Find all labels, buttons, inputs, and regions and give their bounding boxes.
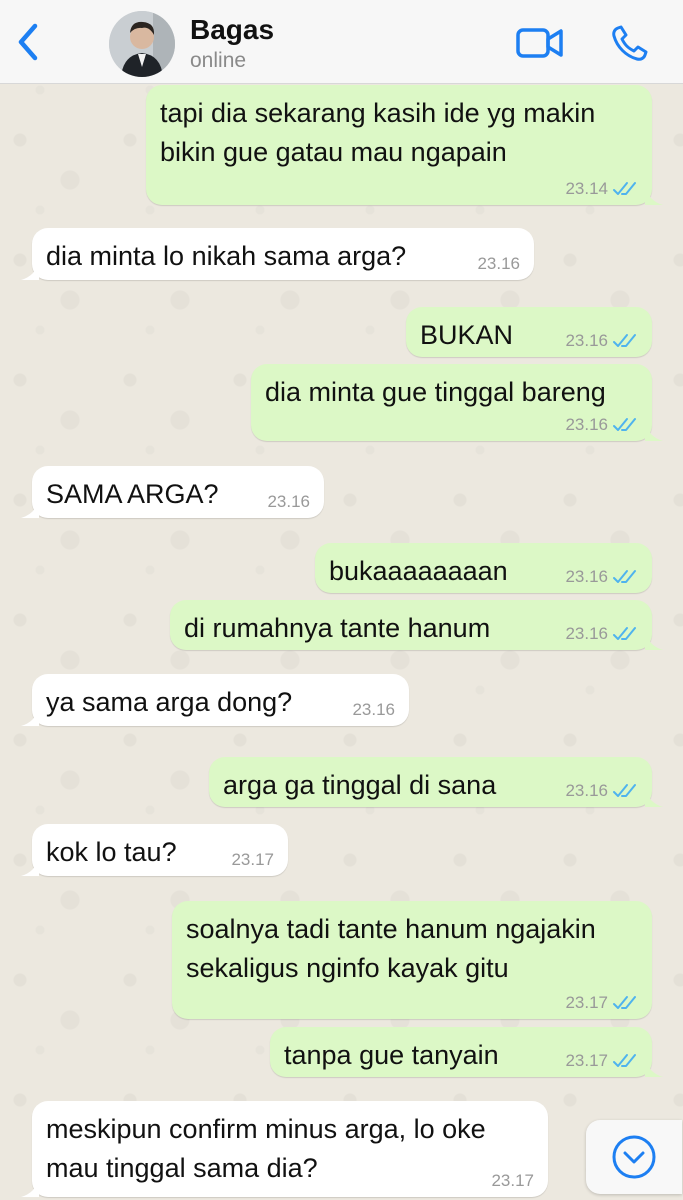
message-meta: 23.16 [352, 700, 395, 720]
bubble-tail [645, 789, 663, 807]
contact-status: online [190, 49, 247, 72]
message-time: 23.17 [491, 1171, 534, 1190]
message-time: 23.16 [477, 254, 520, 273]
contact-name[interactable]: Bagas [190, 14, 274, 46]
double-check-icon [613, 418, 636, 431]
outgoing-message[interactable]: tanpa gue tanyain 23.17 [270, 1027, 663, 1077]
incoming-message[interactable]: meskipun confirm minus arga, lo oke mau … [21, 1101, 548, 1197]
message-time: 23.16 [267, 492, 310, 511]
message-time: 23.16 [565, 415, 608, 434]
scroll-to-bottom-button[interactable] [586, 1120, 682, 1194]
message-meta: 23.16 [267, 492, 310, 512]
video-call-button[interactable] [514, 24, 566, 62]
incoming-message[interactable]: dia minta lo nikah sama arga? 23.16 [21, 228, 534, 280]
message-text: tapi dia sekarang kasih ide yg makin bik… [160, 98, 596, 167]
double-check-icon [613, 1054, 636, 1067]
bubble-tail [645, 1059, 663, 1077]
double-check-icon [613, 627, 636, 640]
message-list[interactable]: tapi dia sekarang kasih ide yg makin bik… [0, 83, 683, 1200]
bubble-tail [21, 262, 39, 280]
outgoing-message[interactable]: tapi dia sekarang kasih ide yg makin bik… [146, 85, 663, 205]
message-meta: 23.16 [565, 624, 638, 644]
video-camera-icon [516, 28, 563, 58]
message-text: meskipun confirm minus arga, lo oke mau … [46, 1114, 486, 1183]
back-button[interactable] [8, 20, 48, 64]
message-meta: 23.16 [565, 567, 638, 587]
outgoing-message[interactable]: arga ga tinggal di sana 23.16 [209, 757, 663, 807]
double-check-icon [613, 182, 636, 195]
bubble-tail [21, 500, 39, 518]
message-meta: 23.17 [565, 1051, 638, 1071]
bubble-tail [21, 1179, 39, 1197]
message-text: ya sama arga dong? [46, 687, 293, 717]
message-meta: 23.17 [491, 1171, 534, 1191]
message-meta: 23.16 [565, 415, 638, 435]
bubble-tail [21, 708, 39, 726]
double-check-icon [613, 784, 636, 797]
double-check-icon [613, 570, 636, 583]
avatar[interactable] [109, 11, 175, 77]
incoming-message[interactable]: kok lo tau? 23.17 [21, 824, 288, 876]
outgoing-message[interactable]: BUKAN 23.16 [406, 307, 652, 357]
bubble-tail [645, 187, 663, 205]
voice-call-button[interactable] [606, 22, 652, 66]
double-check-icon [613, 334, 636, 347]
outgoing-message[interactable]: di rumahnya tante hanum 23.16 [170, 600, 663, 650]
message-meta: 23.17 [565, 993, 638, 1013]
message-time: 23.14 [565, 179, 608, 198]
message-time: 23.16 [565, 624, 608, 643]
phone-icon [612, 25, 648, 61]
message-time: 23.17 [231, 850, 274, 869]
message-meta: 23.16 [565, 331, 638, 351]
bubble-tail [645, 423, 663, 441]
double-check-icon [613, 996, 636, 1009]
message-meta: 23.16 [565, 781, 638, 801]
incoming-message[interactable]: ya sama arga dong? 23.16 [21, 674, 409, 726]
message-text: dia minta gue tinggal bareng [265, 377, 606, 407]
chevron-left-icon [18, 23, 38, 61]
message-time: 23.17 [565, 1051, 608, 1070]
bubble-tail [645, 632, 663, 650]
outgoing-message[interactable]: bukaaaaaaaan 23.16 [315, 543, 652, 593]
message-time: 23.16 [565, 781, 608, 800]
message-text: soalnya tadi tante hanum ngajakin sekali… [186, 914, 596, 983]
message-meta: 23.16 [477, 254, 520, 274]
message-time: 23.16 [565, 567, 608, 586]
incoming-message[interactable]: SAMA ARGA? 23.16 [21, 466, 324, 518]
message-time: 23.17 [565, 993, 608, 1012]
contact-photo-icon [109, 11, 175, 77]
message-time: 23.16 [352, 700, 395, 719]
message-text: dia minta lo nikah sama arga? [46, 241, 407, 271]
message-meta: 23.17 [231, 850, 274, 870]
outgoing-message[interactable]: dia minta gue tinggal bareng 23.16 [251, 364, 663, 441]
message-meta: 23.14 [565, 179, 638, 199]
outgoing-message[interactable]: soalnya tadi tante hanum ngajakin sekali… [172, 901, 652, 1019]
message-time: 23.16 [565, 331, 608, 350]
chevron-down-circle-icon [612, 1135, 656, 1179]
bubble-tail [21, 858, 39, 876]
chat-header: Bagas online [0, 0, 683, 84]
